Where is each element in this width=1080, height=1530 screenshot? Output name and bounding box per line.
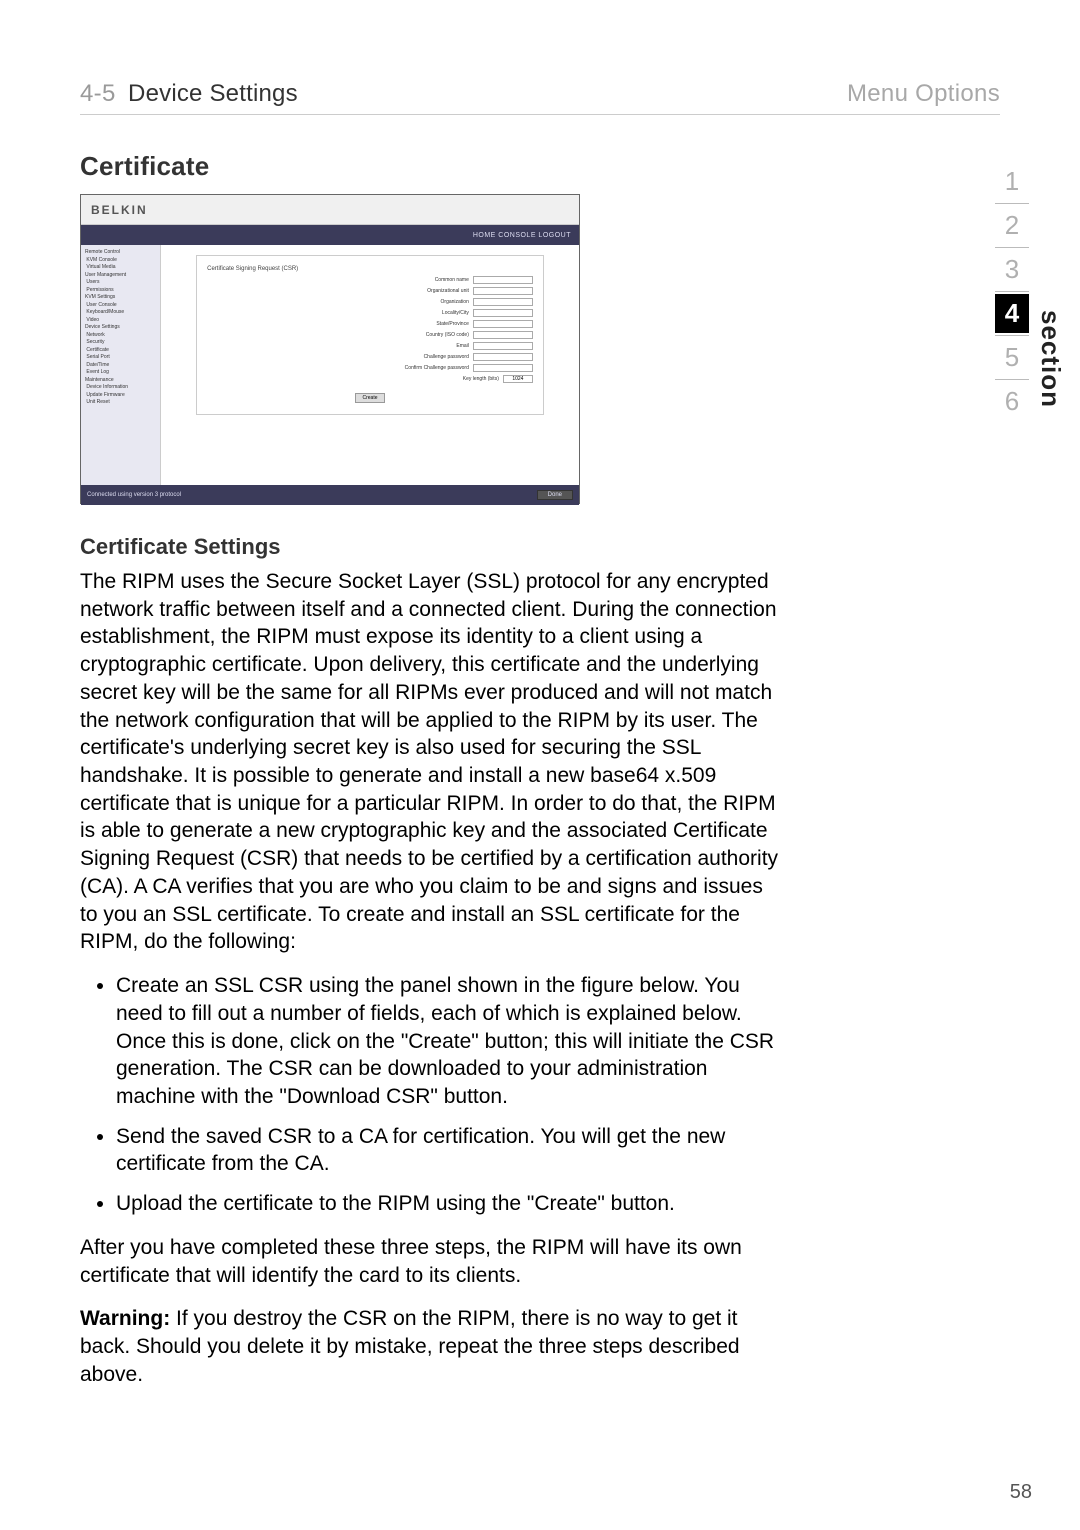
ss-header: BELKIN	[81, 195, 579, 225]
country-input[interactable]	[473, 331, 533, 339]
page-number: 58	[1010, 1481, 1032, 1504]
list-item: Send the saved CSR to a CA for certifica…	[116, 1123, 780, 1178]
section-nav-4[interactable]: 4	[995, 294, 1029, 333]
organization-input[interactable]	[473, 298, 533, 306]
ss-sidebar: Remote Control KVM Console Virtual Media…	[81, 245, 161, 485]
list-item: Upload the certificate to the RIPM using…	[116, 1190, 780, 1218]
list-item: Create an SSL CSR using the panel shown …	[116, 972, 780, 1111]
confirm-pw-input[interactable]	[473, 364, 533, 372]
brand-logo: BELKIN	[91, 203, 148, 217]
common-name-input[interactable]	[473, 276, 533, 284]
certificate-heading: Certificate	[80, 151, 1000, 182]
page: 4-5 Device Settings Menu Options Certifi…	[80, 80, 1000, 1490]
closing-paragraph: After you have completed these three ste…	[80, 1234, 780, 1289]
section-title: Device Settings	[128, 80, 298, 107]
csr-panel-title: Certificate Signing Request (CSR)	[207, 266, 533, 272]
menu-options-label: Menu Options	[847, 80, 1000, 108]
done-button[interactable]: Done	[537, 490, 573, 500]
csr-panel: Certificate Signing Request (CSR) Common…	[196, 255, 544, 415]
intro-paragraph: The RIPM uses the Secure Socket Layer (S…	[80, 568, 780, 956]
email-input[interactable]	[473, 342, 533, 350]
section-nav-5[interactable]: 5	[990, 336, 1034, 379]
page-header: 4-5 Device Settings Menu Options	[80, 80, 1000, 115]
section-nav: 1 2 3 4 5 6	[990, 160, 1034, 423]
ss-main: Certificate Signing Request (CSR) Common…	[161, 245, 579, 485]
warning-text: If you destroy the CSR on the RIPM, ther…	[80, 1307, 740, 1385]
org-unit-input[interactable]	[473, 287, 533, 295]
key-length-select[interactable]: 1024	[503, 375, 533, 383]
section-nav-1[interactable]: 1	[990, 160, 1034, 203]
ss-topbar: HOME CONSOLE LOGOUT	[81, 225, 579, 245]
section-number: 4-5	[80, 80, 116, 107]
locality-input[interactable]	[473, 309, 533, 317]
section-nav-6[interactable]: 6	[990, 380, 1034, 423]
certificate-settings-heading: Certificate Settings	[80, 534, 1000, 560]
create-button[interactable]: Create	[355, 393, 384, 403]
warning-label: Warning:	[80, 1307, 170, 1330]
section-nav-3[interactable]: 3	[990, 248, 1034, 291]
ss-body: Remote Control KVM Console Virtual Media…	[81, 245, 579, 485]
section-nav-2[interactable]: 2	[990, 204, 1034, 247]
ss-footer: Connected using version 3 protocol Done	[81, 485, 579, 505]
state-input[interactable]	[473, 320, 533, 328]
challenge-pw-input[interactable]	[473, 353, 533, 361]
step-list: Create an SSL CSR using the panel shown …	[80, 972, 780, 1218]
warning-paragraph: Warning: If you destroy the CSR on the R…	[80, 1305, 780, 1388]
ss-footer-status: Connected using version 3 protocol	[87, 492, 181, 498]
section-label: section	[1035, 310, 1066, 408]
certificate-screenshot: BELKIN HOME CONSOLE LOGOUT Remote Contro…	[80, 194, 580, 504]
ss-topbar-links: HOME CONSOLE LOGOUT	[473, 232, 571, 239]
